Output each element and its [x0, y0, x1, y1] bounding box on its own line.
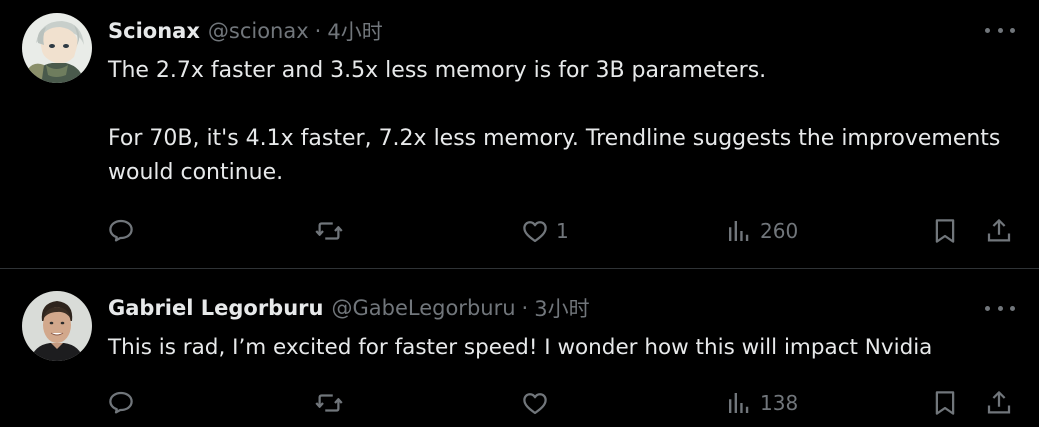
tweet[interactable]: Gabriel Legorburu @GabeLegorburu · 3小时 T… [0, 269, 1039, 427]
reply-button[interactable] [106, 387, 136, 419]
timestamp[interactable]: 3小时 [534, 293, 589, 323]
view-count: 138 [760, 391, 799, 415]
share-icon [987, 391, 1011, 414]
separator-dot: · [521, 296, 529, 320]
tweet-header: Gabriel Legorburu @GabeLegorburu · 3小时 [108, 293, 590, 323]
more-options-icon[interactable] [985, 298, 1015, 318]
tweet-text: The 2.7x faster and 3.5x less memory is … [108, 58, 1001, 185]
tweet-header: Scionax @scionax · 4小时 [108, 16, 383, 46]
like-icon [523, 393, 547, 415]
avatar-image [22, 13, 92, 83]
repost-button[interactable] [314, 387, 344, 419]
author-name[interactable]: Scionax [108, 19, 200, 43]
separator-dot: · [314, 19, 322, 43]
bookmark-button[interactable] [930, 387, 960, 419]
share-icon [987, 219, 1011, 242]
avatar[interactable] [22, 13, 92, 83]
reply-icon [109, 391, 133, 414]
author-handle[interactable]: @scionax [208, 19, 309, 43]
reply-icon [109, 219, 133, 242]
like-count: 1 [556, 219, 569, 243]
views-icon [729, 221, 749, 241]
avatar-image [22, 291, 92, 361]
tweet-actions: 138 [106, 387, 1021, 419]
repost-button[interactable] [314, 215, 344, 247]
like-button[interactable]: 1 [520, 215, 569, 247]
views-button[interactable]: 138 [724, 387, 798, 419]
bookmark-icon [935, 219, 955, 243]
share-button[interactable] [984, 215, 1014, 247]
tweet[interactable]: Scionax @scionax · 4小时 The 2.7x faster a… [0, 0, 1039, 269]
share-button[interactable] [984, 387, 1014, 419]
reply-button[interactable] [106, 215, 136, 247]
author-name[interactable]: Gabriel Legorburu [108, 296, 323, 320]
views-icon [729, 393, 749, 413]
like-icon [523, 221, 547, 243]
bookmark-button[interactable] [930, 215, 960, 247]
tweet-text: This is rad, I’m excited for faster spee… [108, 335, 933, 360]
more-options-icon[interactable] [985, 20, 1015, 40]
repost-icon [315, 222, 343, 240]
author-handle[interactable]: @GabeLegorburu [331, 296, 515, 320]
avatar[interactable] [22, 291, 92, 361]
timestamp[interactable]: 4小时 [327, 16, 382, 46]
like-button[interactable] [520, 387, 556, 419]
views-button[interactable]: 260 [724, 215, 798, 247]
repost-icon [315, 394, 343, 412]
view-count: 260 [760, 219, 799, 243]
tweet-actions: 1 260 [106, 215, 1021, 247]
bookmark-icon [935, 391, 955, 415]
